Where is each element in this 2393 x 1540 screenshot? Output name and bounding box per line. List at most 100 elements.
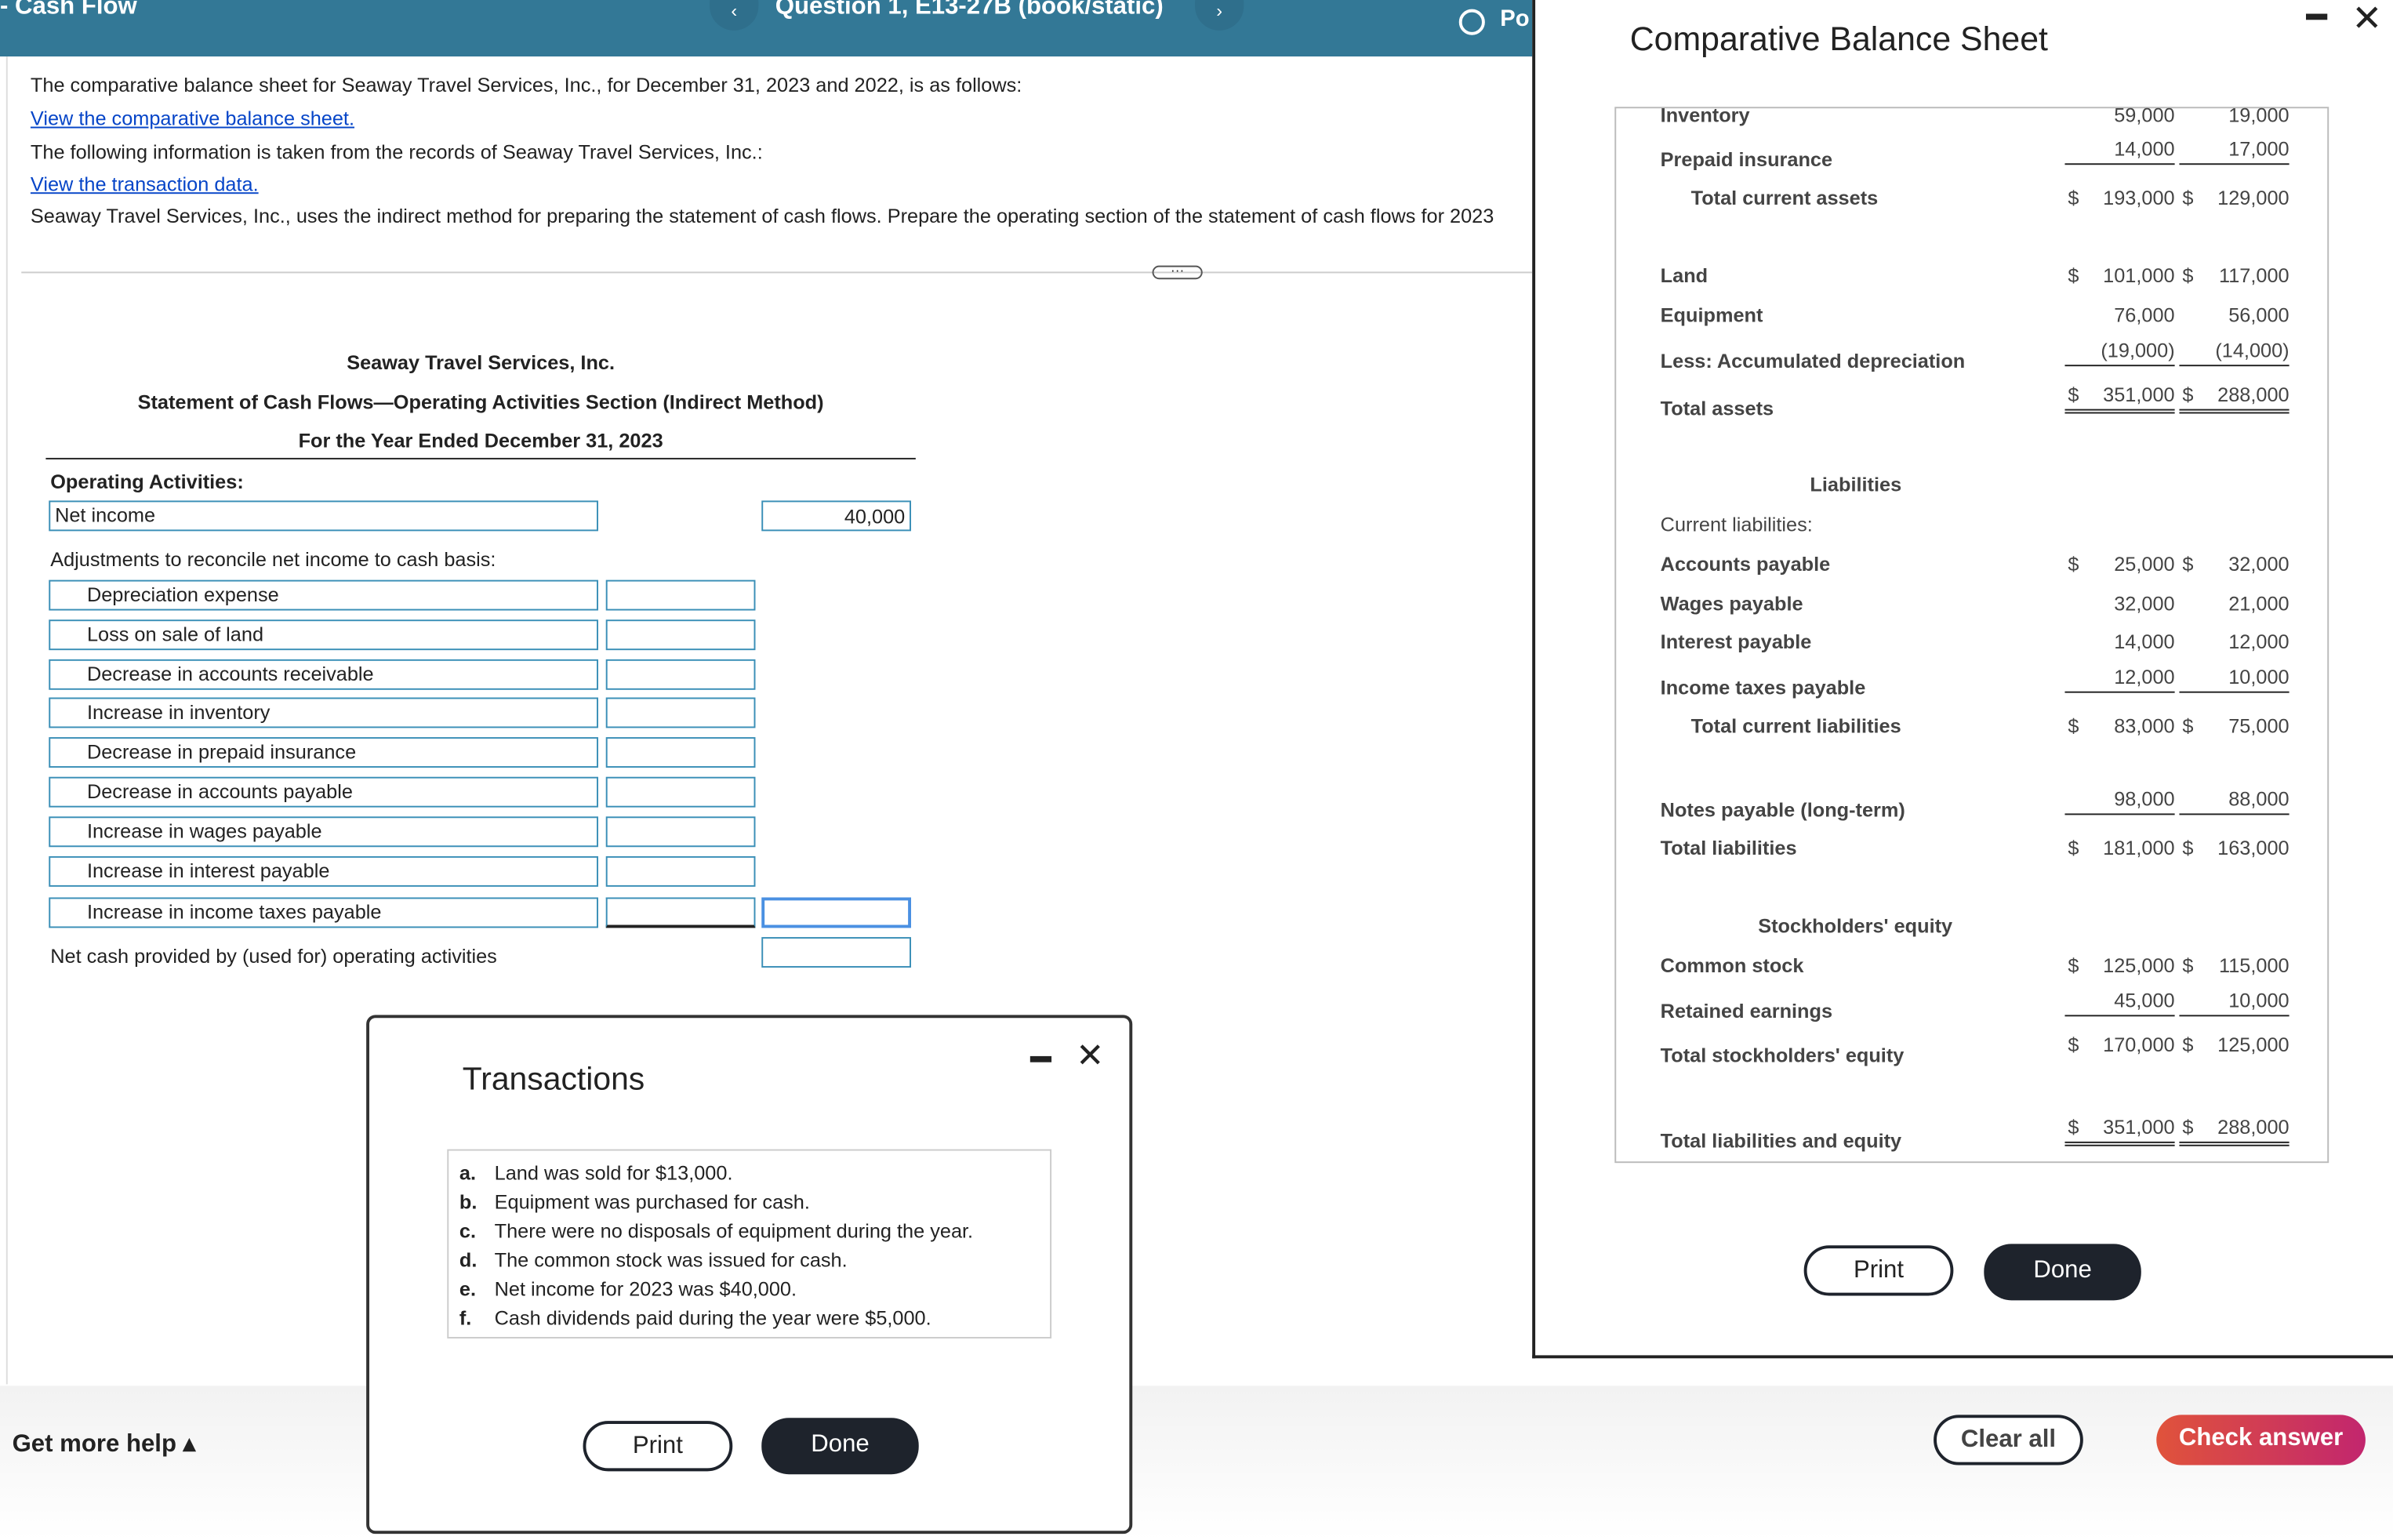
- minimize-icon[interactable]: [1029, 1055, 1052, 1062]
- bs-value-2022: 288,000: [2179, 1116, 2290, 1146]
- bs-value-2023: 170,000: [2103, 1033, 2175, 1056]
- adjustment-amount-field[interactable]: [605, 897, 756, 928]
- check-answer-button[interactable]: Check answer: [2156, 1415, 2366, 1466]
- bs-value-2022: 75,000: [2228, 714, 2290, 738]
- adjustment-label-field[interactable]: Increase in inventory: [49, 697, 598, 728]
- bs-row-label: Common stock: [1660, 953, 1804, 977]
- transaction-item: f. Cash dividends paid during the year we…: [459, 1306, 931, 1330]
- bs-value-2023: 83,000: [2114, 714, 2175, 738]
- bs-value-2023: 351,000: [2064, 383, 2175, 414]
- bs-row-label: Equipment: [1660, 303, 1763, 327]
- close-icon[interactable]: ✕: [1076, 1037, 1104, 1077]
- bs-value-2023: 101,000: [2103, 263, 2175, 287]
- balance-sheet-dialog: Comparative Balance Sheet ✕ Inventory 59,…: [1532, 0, 2393, 1359]
- question-title: Question 1, E13-27B (book/static): [775, 0, 1164, 20]
- statement-period: For the Year Ended December 31, 2023: [45, 429, 916, 459]
- balance-sheet-title: Comparative Balance Sheet: [1629, 20, 2048, 58]
- bs-value-2023: 193,000: [2103, 186, 2175, 209]
- adjustment-label-field[interactable]: Depreciation expense: [49, 579, 598, 611]
- total-adjustments-field[interactable]: [761, 897, 912, 928]
- prev-question-button[interactable]: ‹: [710, 0, 759, 31]
- minimize-icon[interactable]: [2306, 13, 2328, 20]
- balance-sheet-print-button[interactable]: Print: [1803, 1245, 1954, 1296]
- bs-value-2022: 21,000: [2228, 592, 2290, 616]
- bs-value-2023: 45,000: [2064, 989, 2175, 1017]
- equity-heading: Stockholders' equity: [1758, 913, 1953, 938]
- adjustment-label-field[interactable]: Decrease in prepaid insurance: [49, 737, 598, 768]
- adjustment-label-field[interactable]: Increase in income taxes payable: [49, 897, 598, 928]
- adjustment-amount-field[interactable]: [605, 816, 756, 848]
- expand-button[interactable]: ···: [1152, 263, 1203, 280]
- bs-value-2022: 17,000: [2179, 137, 2290, 165]
- net-cash-label: Net cash provided by (used for) operatin…: [50, 944, 497, 968]
- bs-row-label: Retained earnings: [1660, 999, 1833, 1023]
- bs-value-2022: 12,000: [2228, 630, 2290, 654]
- transaction-data-link[interactable]: View the transaction data.: [31, 173, 259, 195]
- current-liabilities-heading: Current liabilities:: [1660, 512, 1813, 536]
- bs-row-label: Total liabilities: [1660, 836, 1797, 859]
- adjustment-label-field[interactable]: Loss on sale of land: [49, 619, 598, 651]
- adjustment-label-field[interactable]: Increase in interest payable: [49, 855, 598, 887]
- bs-value-2022: 288,000: [2179, 383, 2290, 414]
- bs-row-label: Prepaid insurance: [1660, 147, 1833, 171]
- adjustment-label-field[interactable]: Increase in wages payable: [49, 816, 598, 848]
- adjustment-amount-field[interactable]: [605, 619, 756, 651]
- bs-value-2022: 129,000: [2217, 186, 2290, 209]
- balance-sheet-done-button[interactable]: Done: [1984, 1244, 2141, 1301]
- divider: [21, 271, 1533, 274]
- transaction-text: Land was sold for $13,000.: [494, 1161, 733, 1185]
- clear-all-button[interactable]: Clear all: [1934, 1415, 2083, 1466]
- get-more-help-button[interactable]: Get more help ▴: [13, 1429, 196, 1459]
- bs-row-label: Accounts payable: [1660, 552, 1831, 576]
- bs-row-label: Land: [1660, 263, 1709, 287]
- adjustment-amount-field[interactable]: [605, 737, 756, 768]
- balance-sheet-link[interactable]: View the comparative balance sheet.: [31, 107, 354, 129]
- bs-row-label: Income taxes payable: [1660, 676, 1866, 699]
- net-income-label-field[interactable]: Net income: [49, 500, 598, 532]
- transaction-key: c.: [459, 1219, 476, 1243]
- bs-row-label: Total current liabilities: [1690, 714, 1901, 738]
- bs-value-2022: 125,000: [2217, 1033, 2290, 1056]
- adjustment-amount-field[interactable]: [605, 855, 756, 887]
- transaction-key: f.: [459, 1306, 472, 1330]
- statement-title: Statement of Cash Flows—Operating Activi…: [137, 390, 824, 414]
- net-income-value-field[interactable]: 40,000: [761, 500, 912, 532]
- adjustment-label-field[interactable]: Decrease in accounts payable: [49, 776, 598, 808]
- transaction-item: b. Equipment was purchased for cash.: [459, 1190, 810, 1214]
- bs-value-2022: 10,000: [2179, 666, 2290, 693]
- next-question-button[interactable]: ›: [1195, 0, 1244, 31]
- bs-row-label: Less: Accumulated depreciation: [1660, 349, 1966, 372]
- adjustment-amount-field[interactable]: [605, 579, 756, 611]
- adjustments-heading: Adjustments to reconcile net income to c…: [50, 547, 496, 571]
- transaction-key: d.: [459, 1248, 478, 1272]
- bs-value-2022: 19,000: [2228, 104, 2290, 127]
- adjustment-amount-field[interactable]: [605, 659, 756, 690]
- transaction-key: b.: [459, 1190, 478, 1214]
- transactions-dialog: Transactions ✕ a. Land was sold for $13,0…: [366, 1015, 1133, 1535]
- adjustment-amount-field[interactable]: [605, 776, 756, 808]
- points-circle-icon: [1458, 9, 1485, 35]
- net-cash-field[interactable]: [761, 937, 912, 968]
- bs-row-label: Total liabilities and equity: [1660, 1129, 1902, 1153]
- transaction-item: d. The common stock was issued for cash.: [459, 1248, 848, 1272]
- transaction-text: The common stock was issued for cash.: [494, 1248, 848, 1272]
- prompt-line-2: The following information is taken from …: [30, 140, 763, 164]
- bs-value-2022: 56,000: [2228, 303, 2290, 327]
- prompt-line-3: Seaway Travel Services, Inc., uses the i…: [30, 204, 1494, 228]
- adjustment-amount-field[interactable]: [605, 697, 756, 728]
- adjustment-label-field[interactable]: Decrease in accounts receivable: [49, 659, 598, 690]
- bs-row-label: Inventory: [1660, 104, 1750, 127]
- bs-value-2023: 14,000: [2064, 137, 2175, 165]
- transactions-done-button[interactable]: Done: [761, 1418, 919, 1475]
- bs-row-label: Interest payable: [1660, 630, 1812, 654]
- bs-value-2023: 14,000: [2114, 630, 2175, 654]
- bs-value-2022: 117,000: [2219, 263, 2290, 287]
- bs-row-label: Total stockholders' equity: [1660, 1044, 1905, 1067]
- footer-bar: Get more help ▴ Clear all Check answer: [0, 1386, 2393, 1540]
- close-icon[interactable]: ✕: [2351, 0, 2382, 42]
- transaction-key: e.: [459, 1277, 476, 1301]
- transaction-text: Equipment was purchased for cash.: [494, 1190, 810, 1214]
- transactions-print-button[interactable]: Print: [583, 1421, 733, 1472]
- transaction-text: There were no disposals of equipment dur…: [494, 1219, 974, 1243]
- section-title: - Cash Flow: [0, 0, 137, 20]
